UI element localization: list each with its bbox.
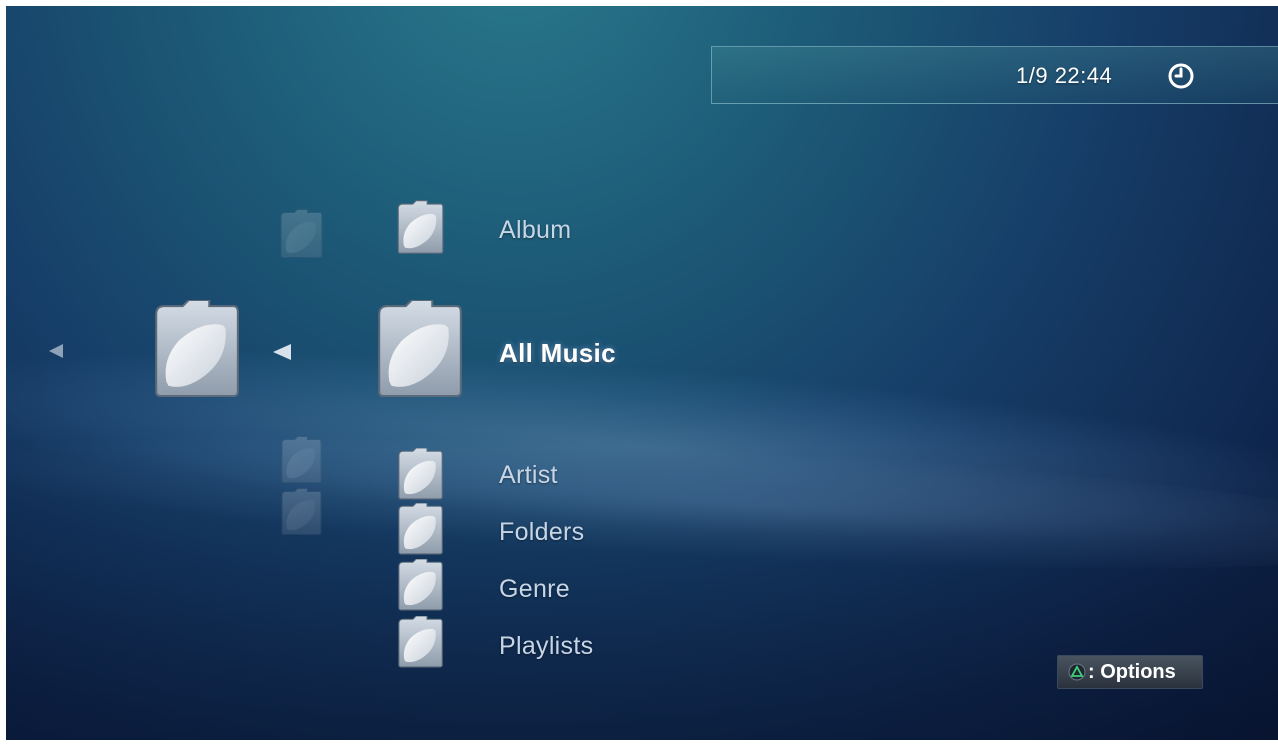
menu-item-playlists[interactable]: Playlists (499, 632, 593, 661)
folders-folder-icon[interactable] (396, 503, 444, 555)
left-arrow-icon[interactable] (271, 342, 293, 362)
menu-item-album[interactable]: Album (499, 216, 571, 245)
ghost-folder-icon (280, 435, 322, 485)
far-left-arrow-icon[interactable] (47, 342, 65, 360)
options-button[interactable]: : Options (1057, 655, 1203, 689)
clock-icon (1168, 63, 1194, 89)
ghost-folder-icon (279, 208, 323, 260)
genre-folder-icon[interactable] (396, 559, 444, 611)
parent-category-folder-icon[interactable] (152, 300, 240, 398)
triangle-button-icon (1068, 663, 1086, 681)
menu-item-all-music[interactable]: All Music (499, 338, 616, 369)
menu-item-folders[interactable]: Folders (499, 518, 584, 547)
playlists-folder-icon[interactable] (396, 616, 444, 668)
artist-folder-icon[interactable] (396, 448, 444, 500)
menu-item-genre[interactable]: Genre (499, 575, 570, 604)
all-music-folder-icon[interactable] (375, 300, 463, 398)
options-label: : Options (1088, 660, 1176, 683)
clock-text: 1/9 22:44 (1016, 63, 1113, 88)
ghost-folder-icon (280, 488, 322, 536)
menu-item-artist[interactable]: Artist (499, 461, 558, 490)
album-folder-icon[interactable] (396, 200, 444, 255)
